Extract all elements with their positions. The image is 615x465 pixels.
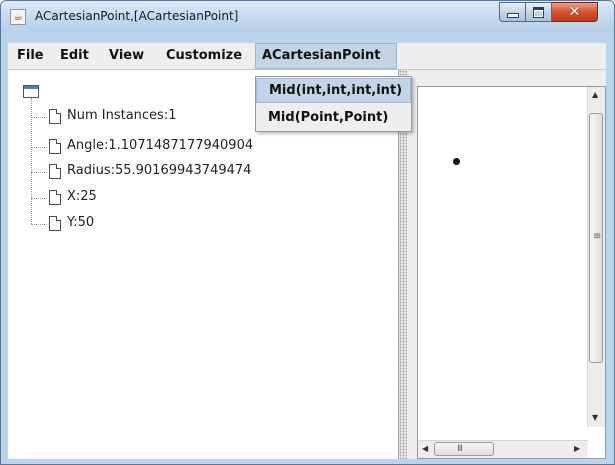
menu-item-mid-int[interactable]: Mid(int,int,int,int) bbox=[256, 78, 411, 103]
menu-item-mid-point[interactable]: Mid(Point,Point) bbox=[256, 105, 411, 130]
tree-node-label: Radius:55.90169943749474 bbox=[67, 163, 252, 178]
menu-customize[interactable]: Customize bbox=[160, 43, 248, 69]
close-icon: ✕ bbox=[568, 4, 581, 20]
scroll-up-icon[interactable]: ▲ bbox=[592, 90, 598, 99]
title-bar[interactable]: ☕ ACartesianPoint,[ACartesianPoint] ✕ bbox=[1, 1, 614, 33]
acartesianpoint-dropdown-menu: Mid(int,int,int,int) Mid(Point,Point) bbox=[255, 76, 412, 132]
tree-node-label: Angle:1.1071487177940904 bbox=[67, 138, 254, 153]
cartesian-point-dot[interactable] bbox=[453, 158, 460, 165]
app-window: ☕ ACartesianPoint,[ACartesianPoint] ✕ Fi… bbox=[0, 0, 615, 465]
tree-node-label: Num Instances:1 bbox=[67, 108, 177, 123]
file-icon bbox=[49, 109, 61, 124]
folder-icon[interactable] bbox=[23, 85, 39, 98]
window-controls: ✕ bbox=[499, 2, 598, 22]
java-coffee-icon: ☕ bbox=[10, 9, 26, 25]
menu-edit[interactable]: Edit bbox=[54, 43, 95, 69]
file-icon bbox=[49, 164, 61, 179]
menu-bar: File Edit View Customize ACartesianPoint bbox=[8, 43, 606, 70]
vertical-scroll-thumb[interactable]: ≡ bbox=[589, 113, 603, 363]
menu-file[interactable]: File bbox=[11, 43, 50, 69]
maximize-icon bbox=[533, 6, 544, 18]
file-icon bbox=[49, 190, 61, 205]
tree-node-label: X:25 bbox=[67, 189, 97, 204]
minimize-button[interactable] bbox=[499, 2, 526, 22]
drawing-panel[interactable]: ▲ ≡ ▼ ◀ III ▶ bbox=[417, 86, 606, 459]
maximize-button[interactable] bbox=[526, 2, 552, 22]
grip-icon: III bbox=[457, 444, 463, 454]
file-icon bbox=[49, 139, 61, 154]
vertical-scrollbar[interactable]: ▲ ≡ ▼ bbox=[587, 87, 605, 427]
minimize-icon bbox=[506, 13, 519, 18]
scroll-left-icon[interactable]: ◀ bbox=[422, 444, 428, 453]
scroll-right-icon[interactable]: ▶ bbox=[574, 444, 580, 453]
menu-view[interactable]: View bbox=[103, 43, 150, 69]
horizontal-scrollbar[interactable]: ◀ III ▶ bbox=[418, 440, 588, 458]
grip-icon: ≡ bbox=[593, 231, 602, 242]
horizontal-scroll-thumb[interactable]: III bbox=[434, 442, 494, 456]
scroll-down-icon[interactable]: ▼ bbox=[592, 413, 598, 422]
menu-acartesianpoint[interactable]: ACartesianPoint bbox=[255, 43, 397, 69]
tree-node-label: Y:50 bbox=[67, 215, 95, 230]
window-title: ACartesianPoint,[ACartesianPoint] bbox=[35, 9, 239, 23]
close-button[interactable]: ✕ bbox=[552, 2, 598, 22]
file-icon bbox=[49, 216, 61, 231]
